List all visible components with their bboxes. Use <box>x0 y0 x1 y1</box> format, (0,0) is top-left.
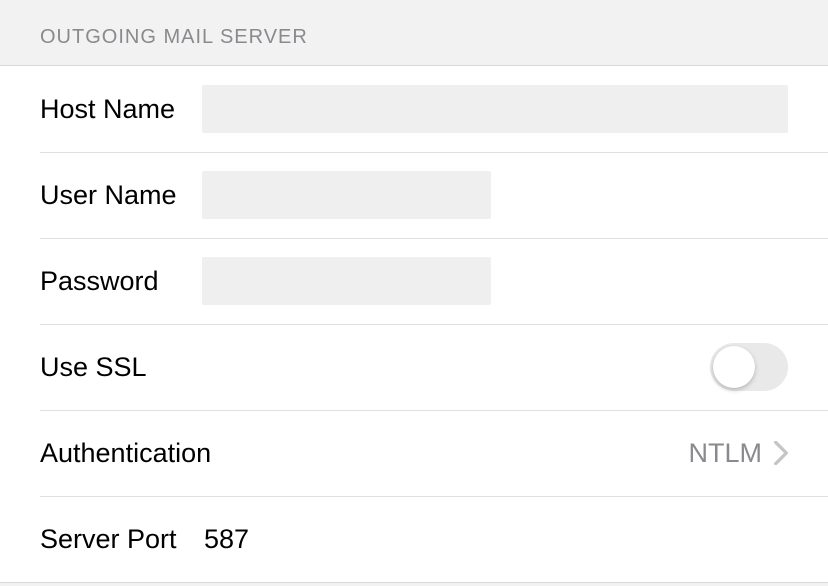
use-ssl-toggle[interactable] <box>710 343 788 391</box>
authentication-value: NTLM <box>689 438 763 469</box>
password-input[interactable] <box>202 257 491 305</box>
host-name-label: Host Name <box>40 94 196 125</box>
user-name-row[interactable]: User Name <box>0 152 828 238</box>
use-ssl-row: Use SSL <box>0 324 828 410</box>
host-name-row[interactable]: Host Name <box>0 66 828 152</box>
user-name-label: User Name <box>40 180 196 211</box>
host-name-input[interactable] <box>202 85 788 133</box>
toggle-knob <box>713 346 755 388</box>
settings-group: Host Name User Name Password Use SSL Aut… <box>0 65 828 583</box>
password-label: Password <box>40 266 196 297</box>
authentication-label: Authentication <box>40 438 211 469</box>
server-port-label: Server Port <box>40 524 196 555</box>
chevron-right-icon <box>774 441 788 465</box>
server-port-row[interactable]: Server Port 587 <box>0 496 828 582</box>
authentication-row[interactable]: Authentication NTLM <box>0 410 828 496</box>
server-port-value[interactable]: 587 <box>204 524 249 555</box>
section-header: OUTGOING MAIL SERVER <box>0 0 828 65</box>
user-name-input[interactable] <box>202 171 491 219</box>
use-ssl-label: Use SSL <box>40 352 196 383</box>
password-row[interactable]: Password <box>0 238 828 324</box>
